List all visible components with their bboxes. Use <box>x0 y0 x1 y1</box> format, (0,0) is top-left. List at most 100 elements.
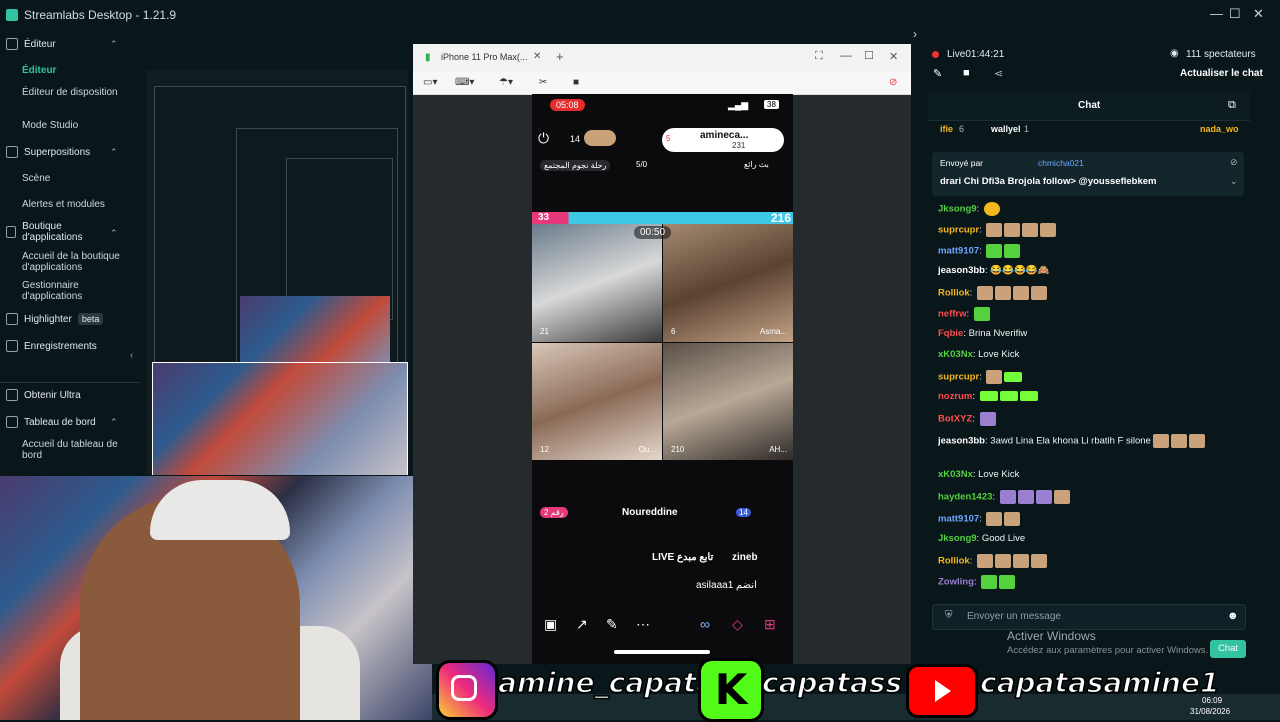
selected-webcam-source[interactable] <box>152 362 408 475</box>
sidebar-header-overlays[interactable]: Superpositions <box>6 146 90 158</box>
chevron-up-icon[interactable]: ⌃ <box>110 147 118 158</box>
share-icon[interactable]: ↗ <box>576 616 588 633</box>
chevron-down-icon[interactable]: ⌄ <box>1230 176 1238 187</box>
live-cell-3[interactable]: 12 Ou... <box>532 343 662 460</box>
close-icon[interactable]: ✕ <box>889 50 898 63</box>
unpin-icon[interactable]: ⊘ <box>1230 157 1238 168</box>
edit-icon[interactable]: ✎ <box>606 616 618 633</box>
camera-icon[interactable]: ■ <box>963 67 970 79</box>
sidebar-item-app-manager[interactable]: Gestionnaire d'applications <box>22 280 134 302</box>
chat-username[interactable]: Jksong9 <box>938 533 977 544</box>
sidebar-item-studio-mode[interactable]: Mode Studio <box>22 120 134 131</box>
power-icon[interactable]: ⏻ <box>538 130 549 147</box>
sidebar-header-store[interactable]: Boutique d'applications <box>6 221 106 243</box>
sidebar-header-label: Superpositions <box>24 146 91 158</box>
apps-icon[interactable]: ⊞ <box>764 616 776 633</box>
phone-screen[interactable]: 05:08 ▂▄▆ 38 ⏻ 14 5 amineca... 231 رحلة … <box>532 94 793 664</box>
live-cell-1[interactable]: 21 <box>532 224 662 342</box>
chat-username[interactable]: matt9107 <box>938 514 979 525</box>
emote-icon <box>1022 223 1039 237</box>
chat-username[interactable]: Rolliok <box>938 556 970 567</box>
emote-icon <box>979 391 998 402</box>
collapse-sidebar-icon[interactable]: ‹ <box>130 350 133 361</box>
share-icon[interactable]: ⋖ <box>994 67 1003 80</box>
sidebar-header-label: Éditeur <box>24 38 56 50</box>
youtube-icon <box>906 664 978 718</box>
viewer-avatars[interactable] <box>584 130 616 146</box>
chevron-up-icon[interactable]: ⌃ <box>110 39 118 50</box>
refresh-chat-link[interactable]: Actualiser le chat <box>1180 68 1263 79</box>
maximize-icon[interactable]: ☐ <box>1229 6 1241 22</box>
chat-username[interactable]: suprcupr <box>938 372 979 383</box>
umbrella-icon[interactable]: ☂▾ <box>499 77 513 88</box>
home-indicator <box>614 650 710 654</box>
chat-username[interactable]: Fqbie <box>938 328 963 339</box>
pinned-message[interactable]: Envoyé par chmicha021 ⊘ drari Chi Dfi3a … <box>932 152 1244 196</box>
new-tab-icon[interactable]: + <box>556 49 564 64</box>
chat-username[interactable]: matt9107 <box>938 246 979 257</box>
chat-username[interactable]: jeason3bb <box>938 265 985 276</box>
chat-username[interactable]: xK03Nx <box>938 349 973 360</box>
sidebar-header-editor[interactable]: Éditeur <box>6 38 56 50</box>
keyboard-icon[interactable]: ⌨▾ <box>455 77 474 88</box>
chat-text: Good Live <box>981 533 1026 544</box>
chat-username[interactable]: Rolliok <box>938 288 970 299</box>
emote-icon <box>1012 286 1029 300</box>
chat-send-button[interactable]: Chat <box>1210 640 1246 658</box>
chat-username[interactable]: jeason3bb <box>938 436 985 447</box>
event-banner[interactable]: رحلة نجوم المجتمع <box>540 160 611 171</box>
more-icon[interactable]: ⋯ <box>636 616 650 633</box>
sidebar-item-highlighter[interactable]: Highlighter beta <box>6 313 104 325</box>
emote-icon <box>976 554 993 568</box>
camera-icon[interactable]: ■ <box>573 77 579 88</box>
disconnect-icon[interactable]: ⊘ <box>889 77 897 88</box>
divider <box>0 382 140 383</box>
chat-username[interactable]: nozrum <box>938 391 972 402</box>
minimize-icon[interactable]: — <box>1210 6 1223 21</box>
link-icon[interactable]: ∞ <box>700 616 710 632</box>
chat-tab[interactable]: Chat <box>1078 100 1100 111</box>
sidebar-item-alerts[interactable]: Alertes et modules <box>22 199 134 210</box>
mirror-tab-title[interactable]: iPhone 11 Pro Max(... <box>441 52 527 62</box>
screen-icon[interactable]: ▭▾ <box>423 77 437 88</box>
maximize-icon[interactable]: ☐ <box>864 49 874 62</box>
sidebar-item-editor[interactable]: Éditeur <box>22 65 134 76</box>
live-cell-4[interactable]: 210 AH... <box>663 343 793 460</box>
chat-username[interactable]: Zowling <box>938 577 974 588</box>
chat-username[interactable]: neffrw <box>938 309 967 320</box>
comment-icon[interactable]: ▣ <box>544 616 557 633</box>
gift-icon[interactable]: ◇ <box>732 616 743 633</box>
minimize-icon[interactable]: — <box>840 48 852 62</box>
sidebar-item-layout-editor[interactable]: Éditeur de disposition <box>22 87 134 98</box>
sidebar-item-ultra[interactable]: Obtenir Ultra <box>6 389 81 401</box>
chevron-up-icon[interactable]: ⌃ <box>110 417 118 428</box>
chevron-right-icon[interactable]: › <box>913 27 917 41</box>
pencil-icon[interactable]: ✎ <box>933 67 942 80</box>
chat-message: suprcupr: <box>938 223 1057 237</box>
sidebar-item-dashboard-home[interactable]: Accueil du tableau de bord <box>22 439 134 461</box>
emote-icon <box>1019 391 1038 402</box>
title-bar: Streamlabs Desktop - 1.21.9 — ☐ ✕ <box>0 0 1280 30</box>
scissors-icon[interactable]: ✂ <box>539 77 547 88</box>
chevron-up-icon[interactable]: ⌃ <box>110 228 118 239</box>
chat-username[interactable]: xK03Nx <box>938 469 973 480</box>
emote-icon <box>1030 286 1047 300</box>
fullscreen-icon[interactable]: ⛶ <box>815 50 823 63</box>
chat-username[interactable]: suprcupr <box>938 225 979 236</box>
chat-username[interactable]: Jksong9 <box>938 204 977 215</box>
sidebar-header-dashboard[interactable]: Tableau de bord <box>6 416 96 428</box>
emoji-icon[interactable]: ☻ <box>1227 610 1239 622</box>
phone-mirror-window: ▮ iPhone 11 Pro Max(... ✕ + ⛶ — ☐ ✕ ▭▾ ⌨… <box>413 44 911 664</box>
sidebar-item-recordings[interactable]: Enregistrements <box>6 340 97 352</box>
close-icon[interactable]: ✕ <box>1253 6 1264 22</box>
editor-preview[interactable] <box>146 70 408 475</box>
close-tab-icon[interactable]: ✕ <box>533 51 541 62</box>
sidebar-item-scene[interactable]: Scène <box>22 173 134 184</box>
host-card[interactable]: 5 amineca... 231 <box>662 128 784 152</box>
live-cell-2[interactable]: 6 Asma... <box>663 224 793 342</box>
sidebar-item-store-home[interactable]: Accueil de la boutique d'applications <box>22 251 134 273</box>
popout-icon[interactable]: ⧉ <box>1228 99 1236 112</box>
chat-username[interactable]: hayden1423 <box>938 492 992 503</box>
chat-username[interactable]: BotXYZ <box>938 414 972 425</box>
chat-input[interactable]: ⛨ Envoyer un message ☻ <box>932 604 1246 630</box>
